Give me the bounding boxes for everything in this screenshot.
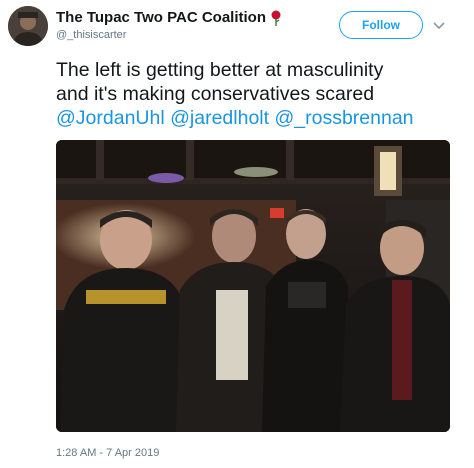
tweet-text: The left is getting better at masculinit…	[56, 58, 466, 130]
mention-link[interactable]: @JordanUhl	[56, 107, 165, 129]
tweet-text-line-1: The left is getting better at masculinit…	[56, 59, 384, 81]
mention-link[interactable]: @jaredlholt	[170, 107, 269, 129]
tweet-timestamp[interactable]: 1:28 AM - 7 Apr 2019	[56, 447, 159, 459]
user-handle[interactable]: @_thisiscarter	[56, 29, 126, 41]
display-name[interactable]: The Tupac Two PAC Coalition	[56, 9, 282, 26]
mention-link[interactable]: @_rossbrennan	[274, 107, 413, 129]
display-name-text[interactable]: The Tupac Two PAC Coalition	[56, 9, 266, 26]
tweet-photo[interactable]	[56, 140, 450, 432]
rose-icon	[270, 10, 282, 26]
avatar[interactable]	[8, 6, 48, 46]
mentions-line: @JordanUhl @jaredlholt @_rossbrennan	[56, 106, 466, 130]
chevron-down-icon[interactable]	[432, 18, 446, 32]
tweet-text-line-2: and it's making conservatives scared	[56, 83, 375, 105]
tweet-header: The Tupac Two PAC Coalition @_thisiscart…	[0, 0, 474, 50]
follow-button[interactable]: Follow	[339, 11, 423, 39]
